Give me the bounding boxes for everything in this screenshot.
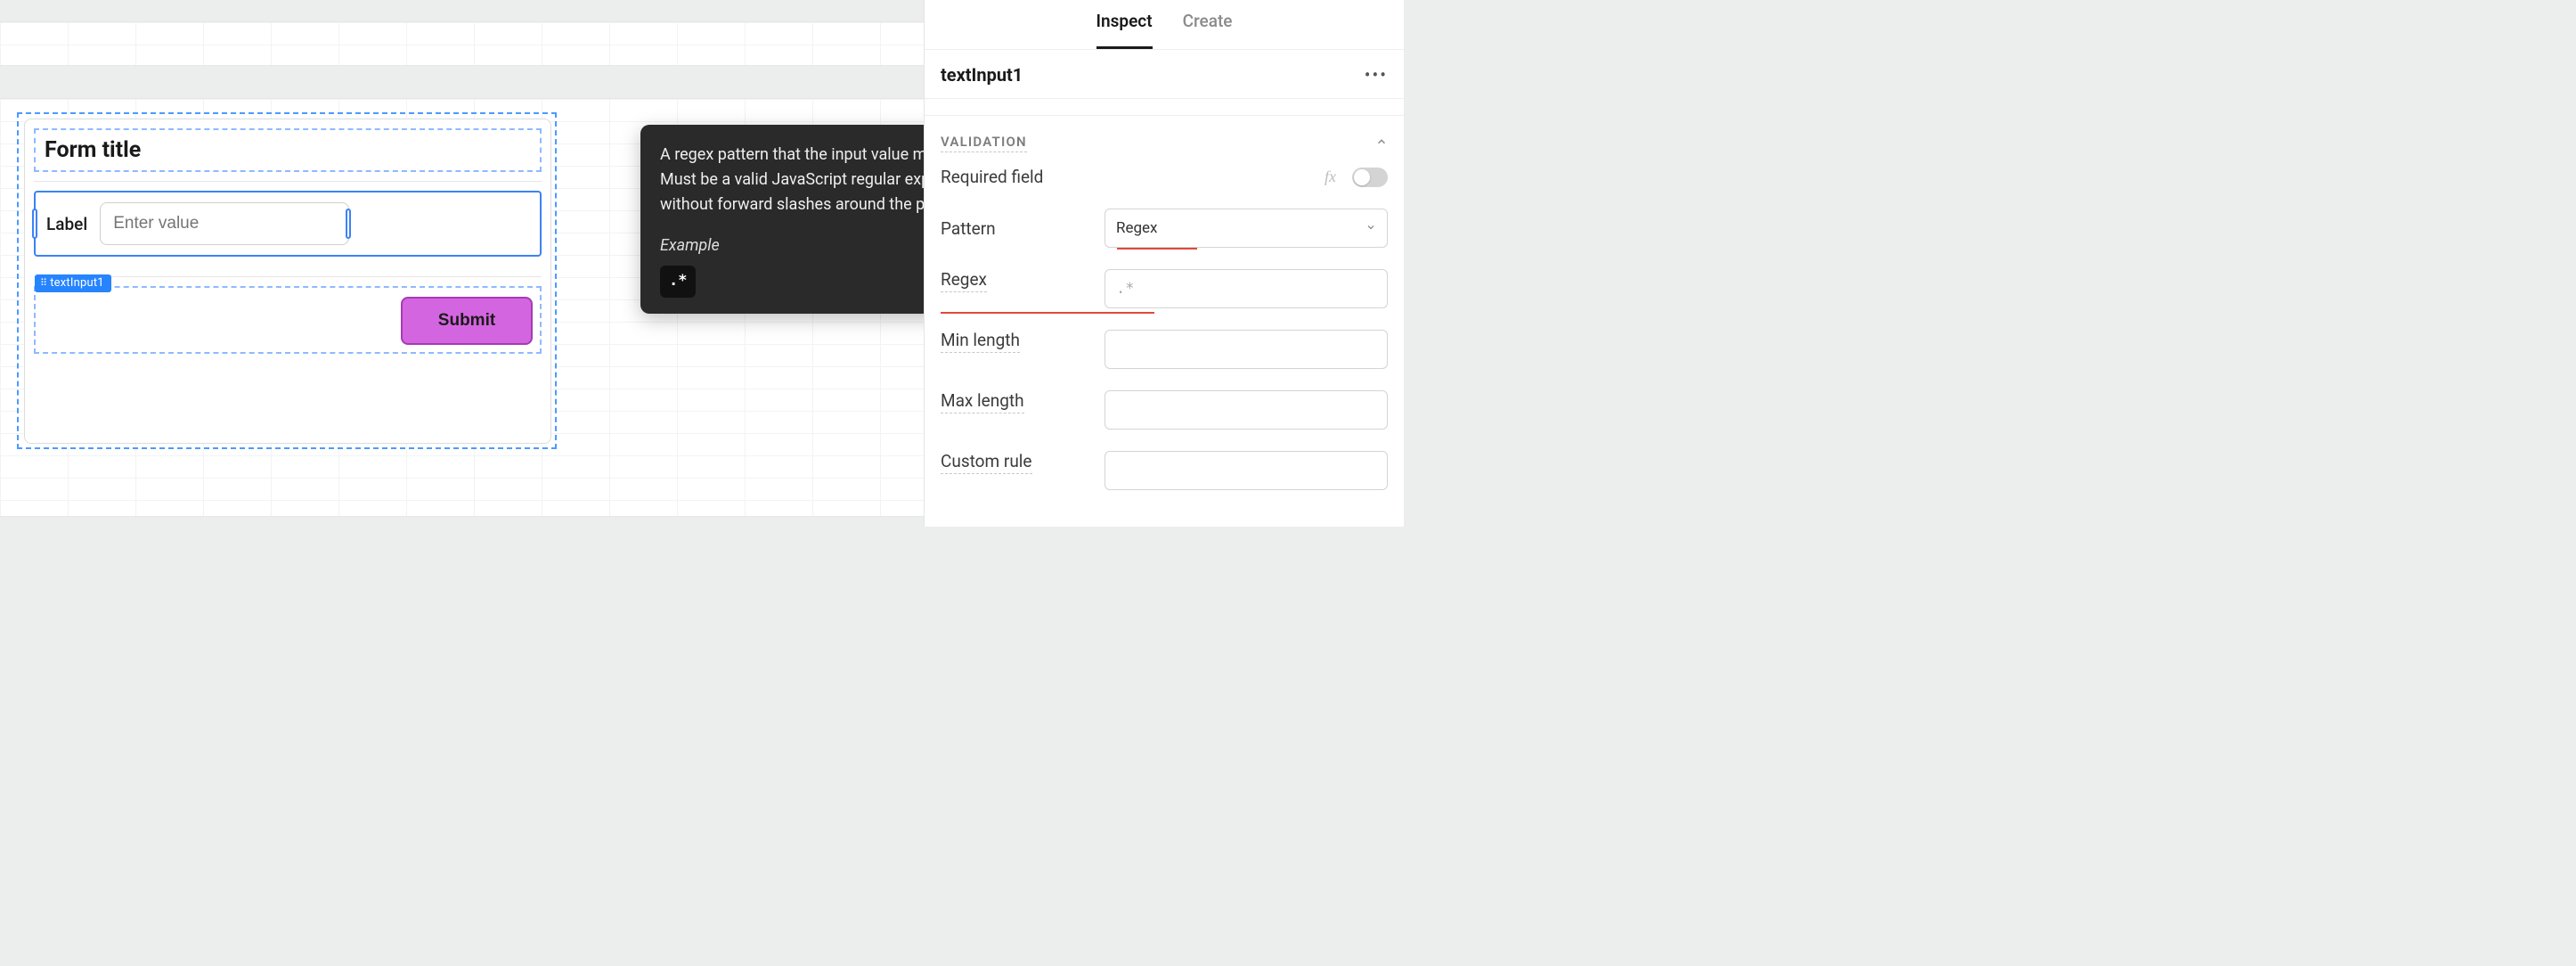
more-menu-icon[interactable]: ••• <box>1365 66 1388 84</box>
custom-rule-input[interactable] <box>1105 451 1388 490</box>
tooltip-example-code: .* <box>660 266 696 298</box>
resize-handle-left[interactable] <box>32 209 37 239</box>
prop-max-length: Max length <box>925 380 1404 440</box>
max-length-input[interactable] <box>1105 390 1388 430</box>
highlight-underline <box>1117 248 1197 250</box>
resize-handle-right[interactable] <box>346 209 351 239</box>
inspector-panel: Inspect Create textInput1 ••• VALIDATION… <box>924 0 1404 527</box>
text-input[interactable] <box>100 202 349 245</box>
min-length-input[interactable] <box>1105 330 1388 369</box>
panel-header: textInput1 ••• <box>925 50 1404 99</box>
prop-min-length: Min length <box>925 319 1404 380</box>
divider <box>34 181 542 182</box>
submit-button[interactable]: Submit <box>401 297 533 345</box>
submit-row-outline[interactable]: Submit <box>34 286 542 354</box>
input-label: Label <box>46 214 87 234</box>
prop-label: Regex <box>941 269 987 292</box>
prop-label: Custom rule <box>941 451 1032 474</box>
text-input-row[interactable]: Label <box>34 191 542 257</box>
regex-placeholder: .* <box>1116 280 1134 298</box>
grid-strip <box>0 21 969 66</box>
prop-label: Min length <box>941 330 1020 353</box>
chevron-up-icon[interactable] <box>1375 135 1388 151</box>
prop-label: Pattern <box>941 218 1096 239</box>
prop-label: Required field <box>941 167 1316 187</box>
tab-inspect[interactable]: Inspect <box>1096 11 1153 49</box>
highlight-underline <box>941 312 1154 314</box>
form-title-box[interactable]: Form title <box>34 128 542 172</box>
prop-required-field: Required field fx <box>925 156 1404 198</box>
component-tag[interactable]: textInput1 <box>35 274 111 292</box>
regex-input[interactable]: .* <box>1105 269 1388 308</box>
prop-regex: Regex .* <box>925 258 1404 319</box>
pattern-value: Regex <box>1116 219 1157 237</box>
panel-tabs: Inspect Create <box>925 0 1404 50</box>
component-name: textInput1 <box>941 64 1023 86</box>
tab-create[interactable]: Create <box>1183 11 1233 49</box>
input-area: Label <box>46 202 349 245</box>
chevron-down-icon <box>1365 219 1376 237</box>
pattern-select[interactable]: Regex <box>1105 209 1388 248</box>
section-validation-header[interactable]: VALIDATION <box>925 116 1404 156</box>
section-title: VALIDATION <box>941 134 1027 152</box>
prop-pattern: Pattern Regex <box>925 198 1404 258</box>
required-toggle[interactable] <box>1352 168 1388 187</box>
fx-button[interactable]: fx <box>1325 168 1336 186</box>
form-title: Form title <box>45 137 531 163</box>
prop-label: Max length <box>941 390 1024 413</box>
prop-custom-rule: Custom rule <box>925 440 1404 501</box>
